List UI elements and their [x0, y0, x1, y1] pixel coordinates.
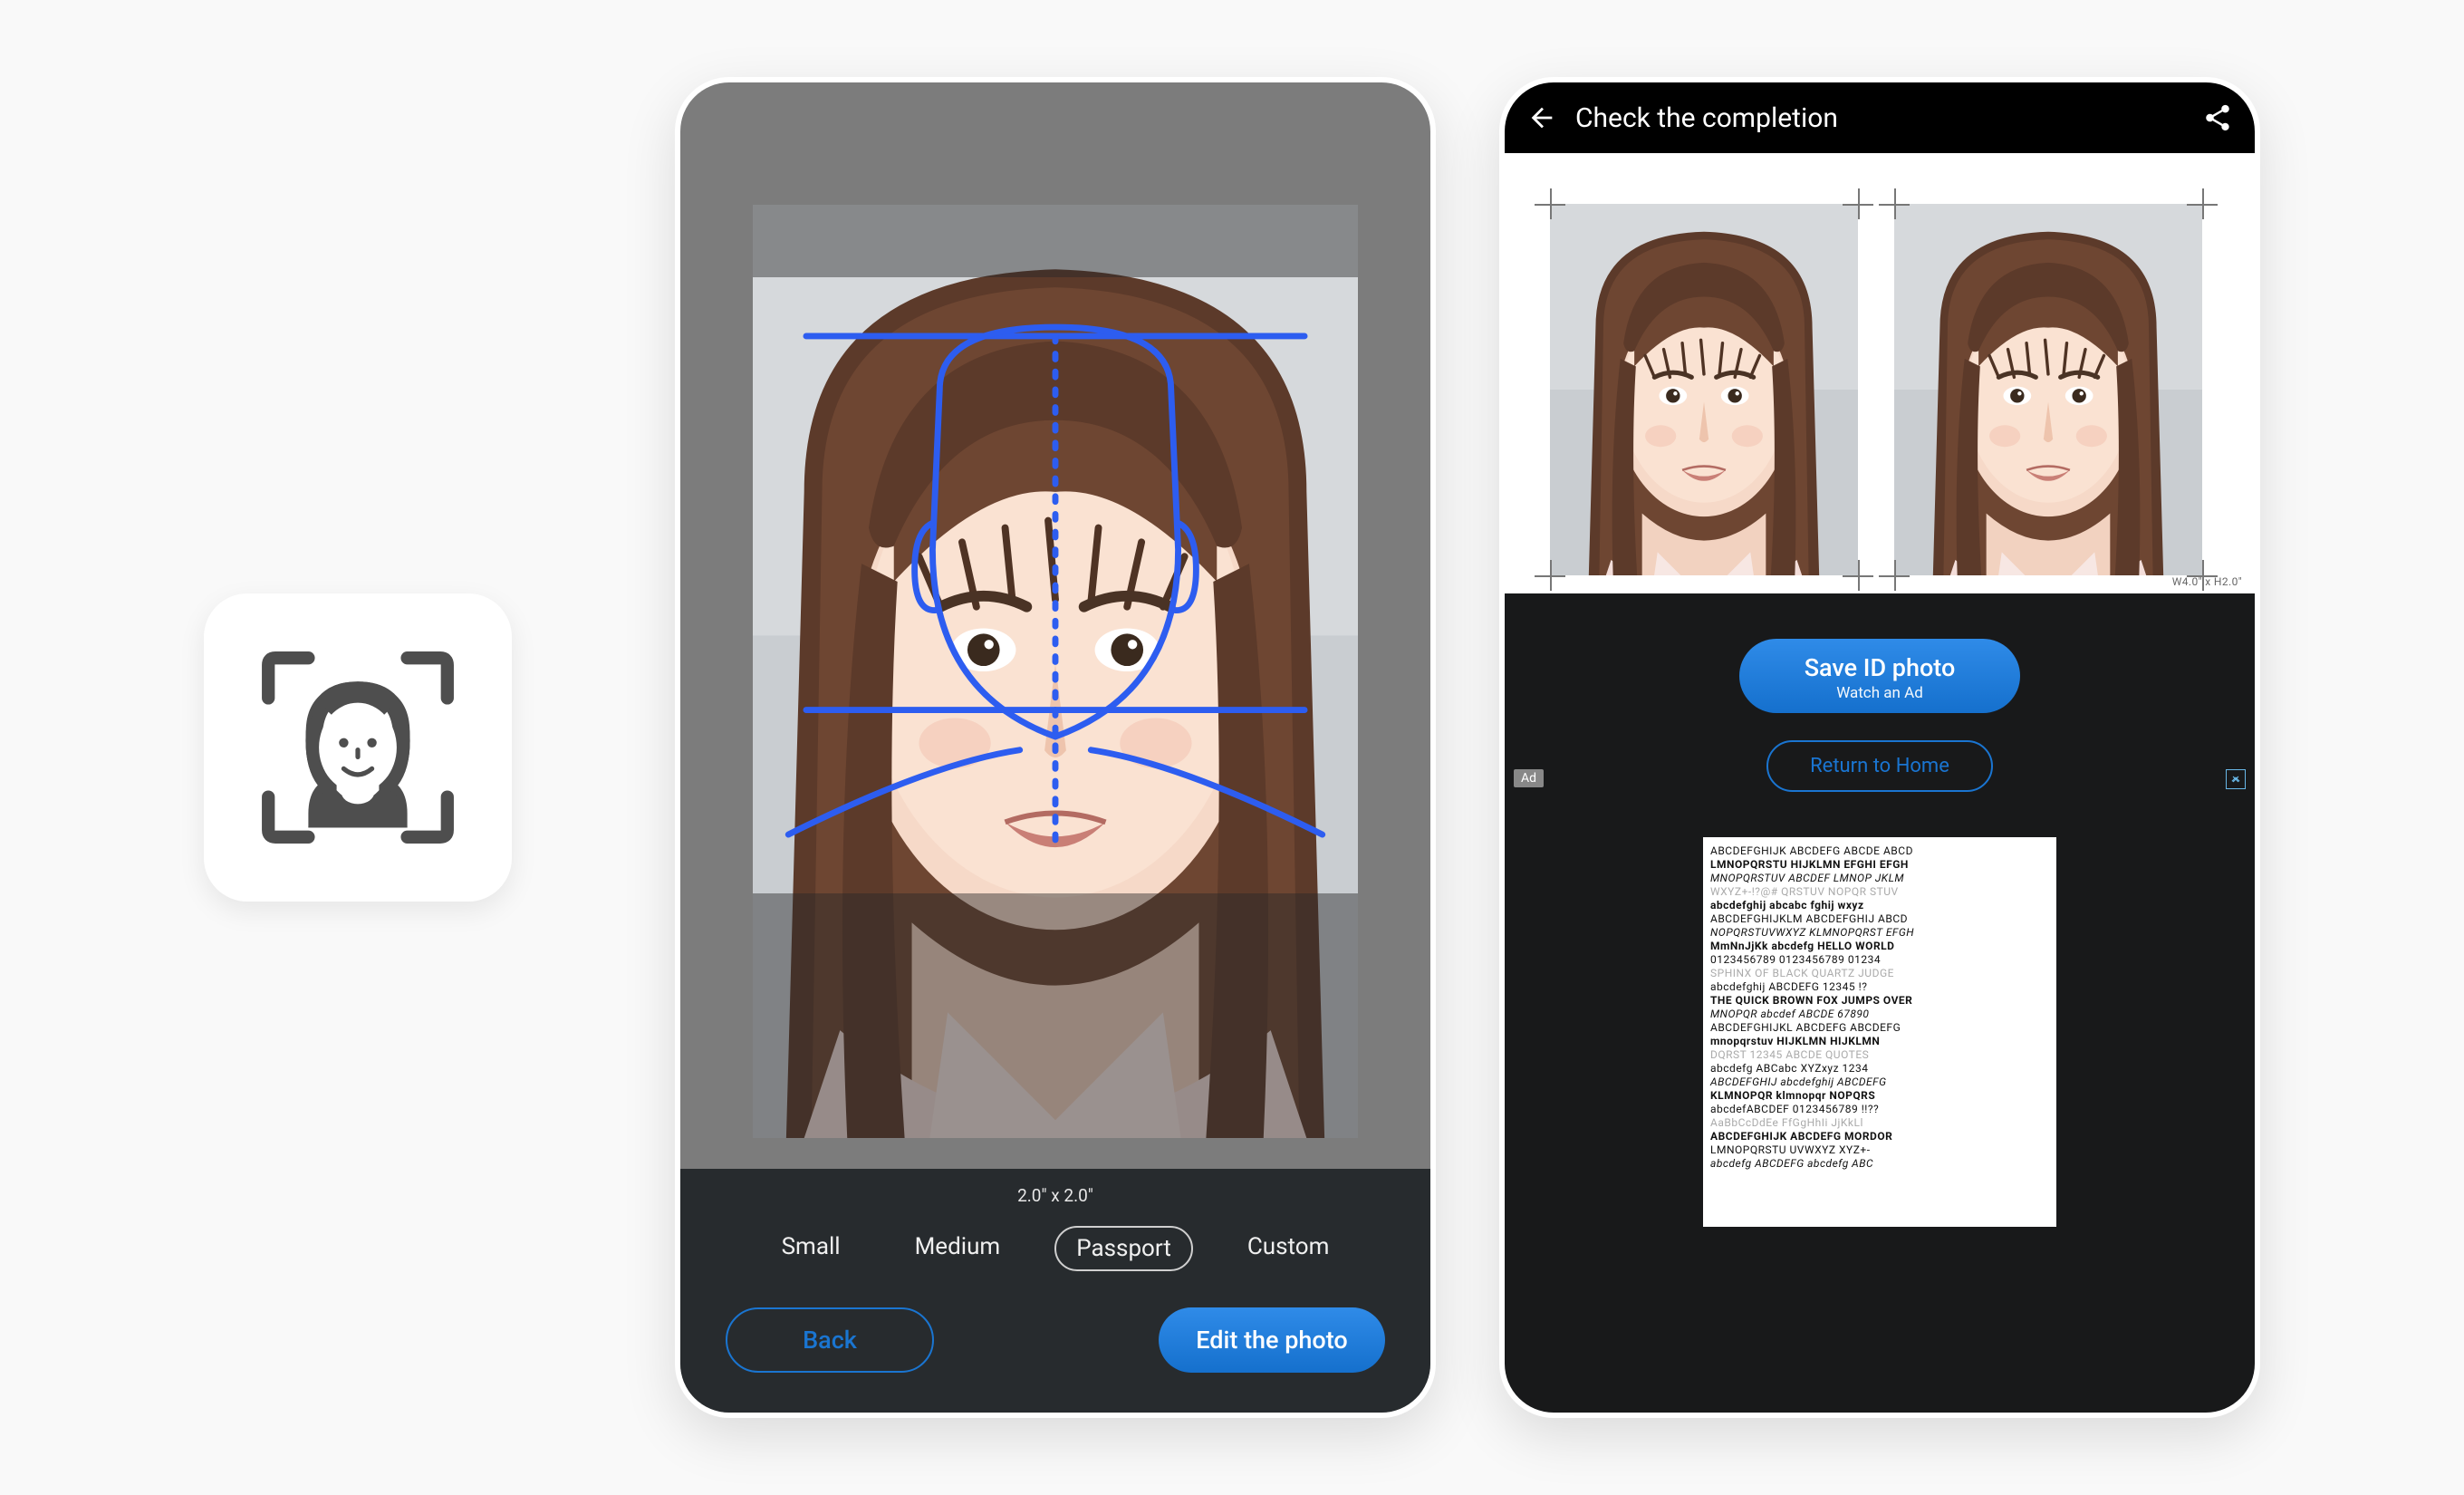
share-icon[interactable] — [2202, 102, 2233, 133]
id-photo-1 — [1550, 204, 1858, 575]
app-icon — [204, 593, 512, 902]
crop-dim-top — [753, 205, 1358, 277]
photo-crop-area[interactable] — [680, 82, 1430, 1169]
save-button-label: Save ID photo — [1739, 653, 2020, 682]
face-alignment-guide — [753, 277, 1358, 893]
back-button[interactable]: Back — [726, 1307, 934, 1373]
size-option-passport[interactable]: Passport — [1054, 1226, 1193, 1271]
top-bar: Check the completion — [1505, 82, 2255, 153]
print-preview: W4.0" x H2.0" — [1505, 153, 2255, 593]
ad-badge: Ad — [1514, 769, 1544, 787]
paper-size-label: W4.0" x H2.0" — [2172, 575, 2242, 588]
ad-banner[interactable]: ABCDEFGHIJK ABCDEFG ABCDE ABCDLMNOPQRSTU… — [1703, 837, 2056, 1227]
photo-size-label: 2.0" x 2.0" — [717, 1185, 1394, 1206]
crop-dim-bottom — [753, 893, 1358, 1138]
size-option-custom[interactable]: Custom — [1227, 1226, 1350, 1271]
save-button-sublabel: Watch an Ad — [1739, 684, 2020, 702]
ad-close-icon[interactable] — [2226, 769, 2246, 789]
screen-title: Check the completion — [1575, 102, 2184, 134]
size-option-small[interactable]: Small — [762, 1226, 861, 1271]
return-home-button[interactable]: Return to Home — [1766, 740, 1993, 792]
size-options: Small Medium Passport Custom — [717, 1226, 1394, 1271]
editor-screen: 2.0" x 2.0" Small Medium Passport Custom… — [675, 77, 1436, 1418]
face-scan-icon — [240, 630, 476, 865]
back-arrow-icon[interactable] — [1526, 102, 1557, 133]
size-option-medium[interactable]: Medium — [895, 1226, 1021, 1271]
edit-photo-button[interactable]: Edit the photo — [1159, 1307, 1385, 1373]
completion-screen: Check the completion — [1499, 77, 2260, 1418]
id-photo-2 — [1894, 204, 2202, 575]
save-id-photo-button[interactable]: Save ID photo Watch an Ad — [1739, 639, 2020, 713]
